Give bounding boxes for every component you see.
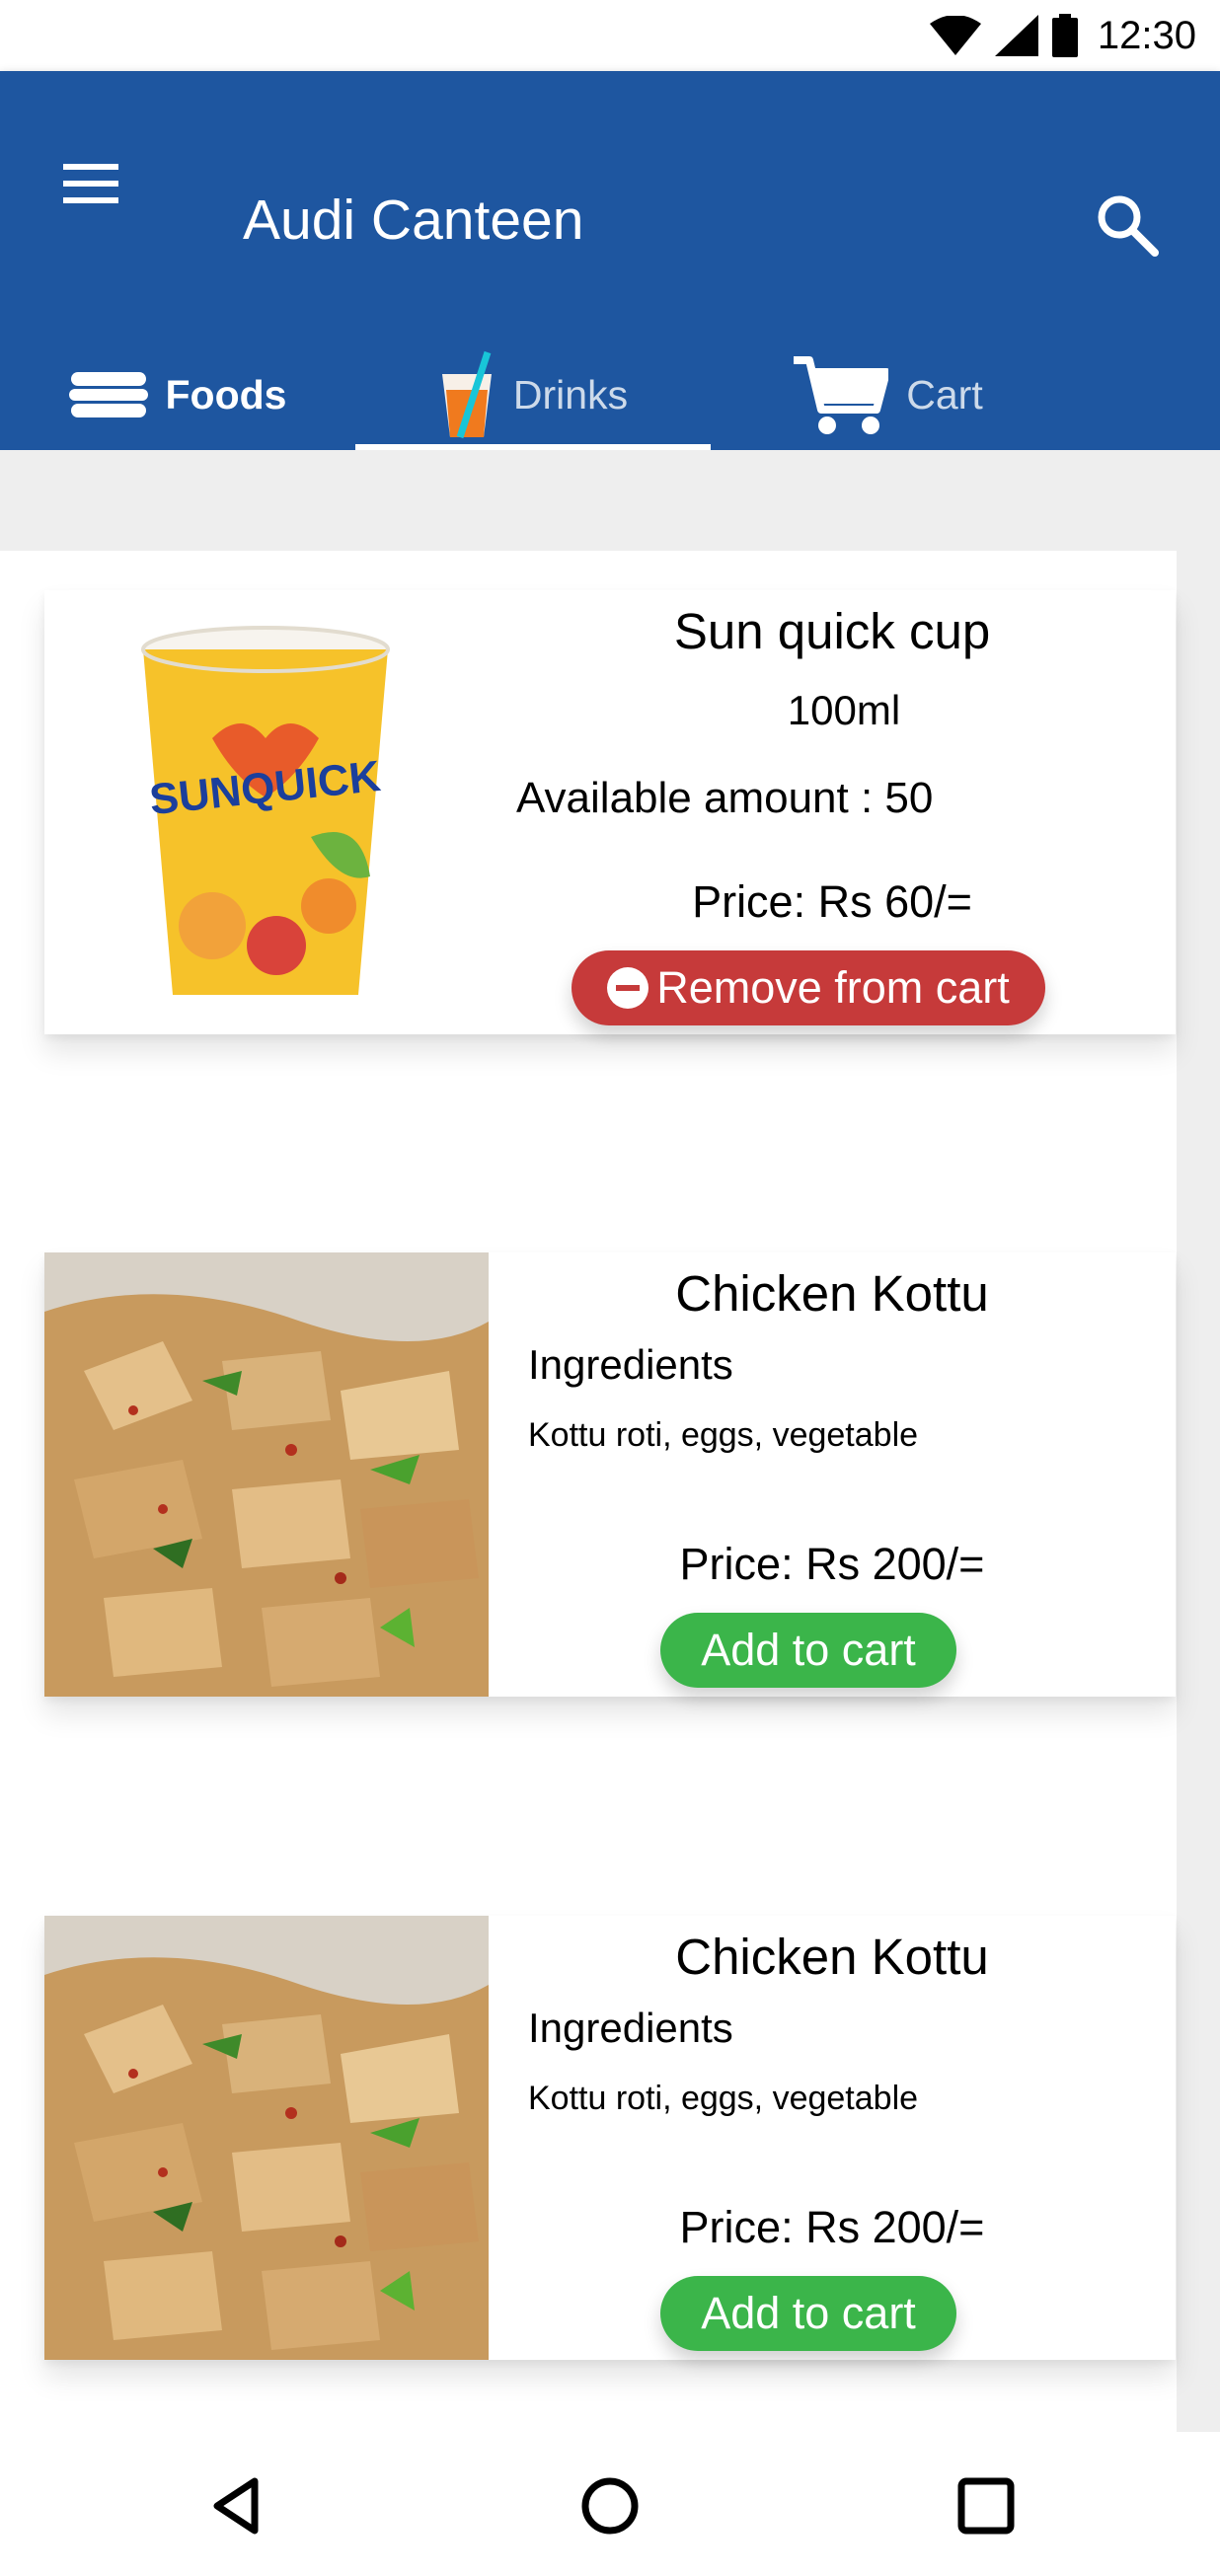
status-icons: 12:30: [929, 10, 1196, 61]
search-icon[interactable]: [1090, 188, 1167, 265]
cellular-signal-icon: [994, 15, 1038, 56]
back-icon[interactable]: [203, 2471, 272, 2540]
content-area[interactable]: SUNQUICK Sun quick cup 100ml Available a…: [0, 450, 1220, 2432]
list-item[interactable]: Chicken Kottu Ingredients Kottu roti, eg…: [44, 1916, 1176, 2360]
item-image: [44, 1252, 489, 1697]
wifi-icon: [929, 16, 981, 55]
add-to-cart-button[interactable]: Add to cart: [660, 2276, 956, 2351]
item-price: Price: Rs 200/=: [679, 1539, 985, 1589]
list-item[interactable]: SUNQUICK Sun quick cup 100ml Available a…: [44, 590, 1176, 1034]
item-title: Chicken Kottu: [675, 1929, 989, 1985]
tab-foods-label: Foods: [165, 371, 287, 417]
add-to-cart-button[interactable]: Add to cart: [660, 1613, 956, 1688]
item-size: 100ml: [787, 687, 901, 733]
remove-from-cart-button[interactable]: Remove from cart: [572, 950, 1045, 1025]
app-title: Audi Canteen: [243, 189, 584, 252]
home-icon[interactable]: [575, 2471, 645, 2540]
tab-foods[interactable]: Foods: [0, 340, 355, 450]
battery-icon: [1051, 14, 1078, 57]
tab-bar: Foods Drinks Cart: [0, 340, 1220, 450]
item-title: Chicken Kottu: [675, 1265, 989, 1322]
item-price: Price: Rs 200/=: [679, 2202, 985, 2252]
menu-icon[interactable]: [55, 150, 128, 223]
status-bar: 12:30: [0, 0, 1220, 71]
item-image: [44, 1916, 489, 2360]
remove-from-cart-label: Remove from cart: [656, 962, 1010, 1013]
drink-icon: [441, 350, 492, 439]
item-title: Sun quick cup: [673, 603, 991, 659]
tab-drinks-label: Drinks: [512, 371, 629, 417]
food-icon: [68, 372, 148, 417]
remove-icon: [607, 967, 649, 1009]
item-list[interactable]: SUNQUICK Sun quick cup 100ml Available a…: [0, 551, 1177, 2432]
ingredients-text: Kottu roti, eggs, vegetable: [528, 2080, 919, 2117]
system-nav-bar: [0, 2432, 1220, 2576]
recents-icon[interactable]: [952, 2471, 1021, 2540]
app-bar: Audi Canteen Foods Drinks Cart: [0, 71, 1220, 450]
ingredients-label: Ingredients: [528, 1341, 733, 1388]
tab-drinks[interactable]: Drinks: [355, 340, 711, 450]
item-available: Available amount : 50: [516, 774, 934, 822]
ingredients-text: Kottu roti, eggs, vegetable: [528, 1416, 919, 1454]
ingredients-label: Ingredients: [528, 2005, 733, 2051]
item-image: SUNQUICK: [44, 590, 489, 1034]
tab-cart-label: Cart: [906, 371, 983, 417]
cart-icon: [794, 356, 889, 434]
tab-cart[interactable]: Cart: [711, 340, 1066, 450]
item-price: Price: Rs 60/=: [692, 876, 972, 927]
status-time: 12:30: [1097, 13, 1196, 57]
list-item[interactable]: Chicken Kottu Ingredients Kottu roti, eg…: [44, 1252, 1176, 1697]
